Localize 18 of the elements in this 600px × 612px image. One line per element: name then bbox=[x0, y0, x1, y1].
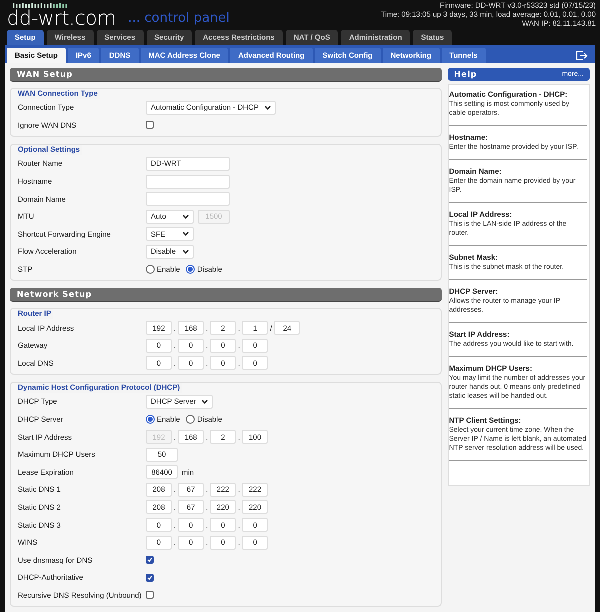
signal-bars-icon bbox=[13, 3, 69, 8]
caret-icon bbox=[183, 250, 189, 254]
section-header: Network Setup bbox=[10, 288, 442, 302]
checkbox[interactable] bbox=[146, 591, 154, 600]
caret-icon bbox=[202, 400, 208, 404]
logo: dd-wrt.com bbox=[7, 8, 116, 28]
logout-icon[interactable] bbox=[576, 50, 588, 60]
section-header: WAN Setup bbox=[10, 68, 442, 82]
help-title: Help bbox=[454, 70, 478, 79]
checkbox[interactable] bbox=[146, 121, 154, 130]
checkbox[interactable] bbox=[146, 556, 154, 564]
text-field[interactable] bbox=[146, 174, 230, 189]
caret-icon bbox=[183, 232, 189, 236]
caret-icon bbox=[183, 214, 189, 219]
tagline: ... control panel bbox=[128, 11, 230, 28]
caret-icon bbox=[264, 106, 271, 110]
text-field[interactable] bbox=[146, 192, 230, 206]
checkbox[interactable] bbox=[146, 574, 154, 582]
